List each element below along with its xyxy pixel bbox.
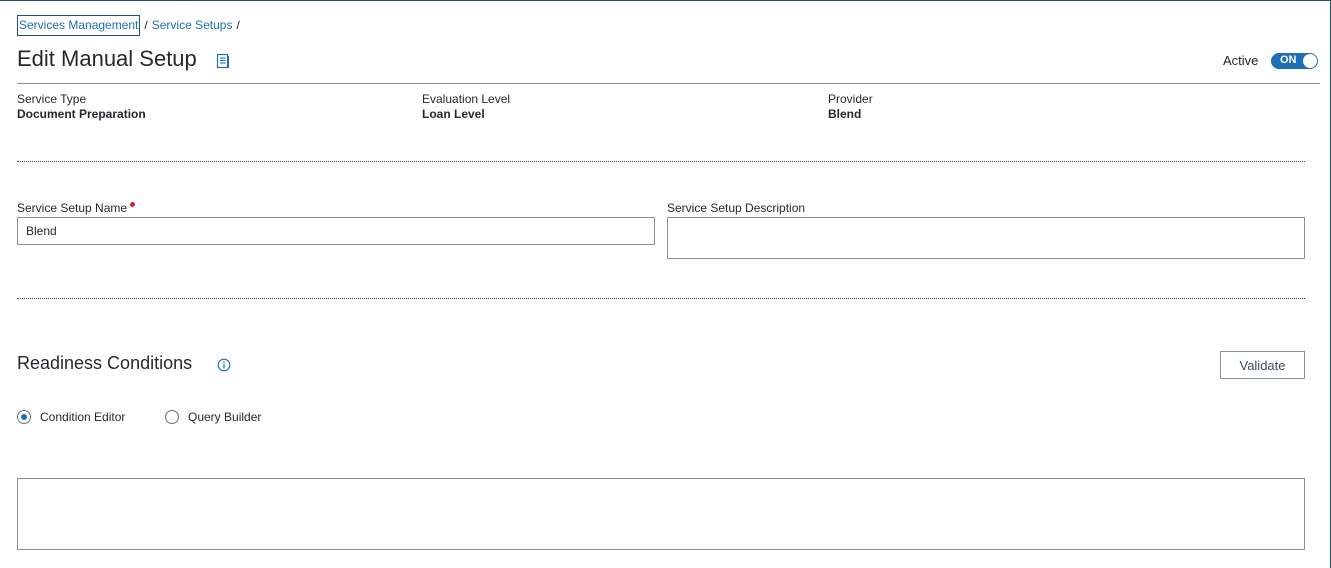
section-divider — [17, 161, 1305, 162]
breadcrumb-services-management[interactable]: Services Management — [17, 14, 141, 36]
setup-description-label: Service Setup Description — [667, 201, 806, 215]
active-toggle[interactable]: ON — [1271, 53, 1318, 69]
provider-group: Provider Blend — [828, 92, 873, 121]
document-icon[interactable] — [215, 53, 231, 69]
breadcrumb-separator: / — [144, 18, 148, 32]
query-builder-radio[interactable] — [165, 410, 179, 424]
setup-name-label: Service Setup Name — [17, 201, 136, 215]
service-type-label: Service Type — [17, 92, 87, 106]
condition-editor-option[interactable]: Condition Editor — [17, 410, 125, 424]
service-type-group: Service Type Document Preparation — [17, 92, 146, 121]
setup-name-label-text: Service Setup Name — [17, 201, 128, 215]
active-label: Active — [1223, 53, 1259, 68]
section-divider — [17, 298, 1305, 299]
validate-button[interactable]: Validate — [1220, 351, 1305, 379]
evaluation-level-group: Evaluation Level Loan Level — [422, 92, 510, 121]
condition-editor-label: Condition Editor — [40, 410, 126, 424]
readiness-title: Readiness Conditions — [17, 353, 193, 373]
evaluation-level-value: Loan Level — [422, 107, 485, 121]
setup-name-input[interactable] — [17, 217, 655, 245]
breadcrumb-separator: / — [236, 18, 240, 32]
page-title: Edit Manual Setup — [17, 46, 197, 71]
header-divider — [17, 83, 1320, 84]
info-icon[interactable] — [217, 358, 231, 372]
setup-description-input[interactable] — [667, 217, 1305, 259]
breadcrumb-service-setups[interactable]: Service Setups — [152, 18, 233, 32]
required-indicator — [130, 202, 136, 207]
breadcrumb: Services Management / Service Setups / — [17, 14, 244, 36]
condition-editor-radio[interactable] — [17, 410, 31, 424]
toggle-knob — [1303, 54, 1317, 68]
query-builder-label: Query Builder — [188, 410, 262, 424]
query-builder-option[interactable]: Query Builder — [165, 410, 261, 424]
service-type-value: Document Preparation — [17, 107, 146, 121]
evaluation-level-label: Evaluation Level — [422, 92, 511, 106]
condition-editor-input[interactable] — [17, 478, 1305, 550]
provider-value: Blend — [828, 107, 862, 121]
provider-label: Provider — [828, 92, 873, 106]
toggle-state-text: ON — [1280, 54, 1297, 66]
